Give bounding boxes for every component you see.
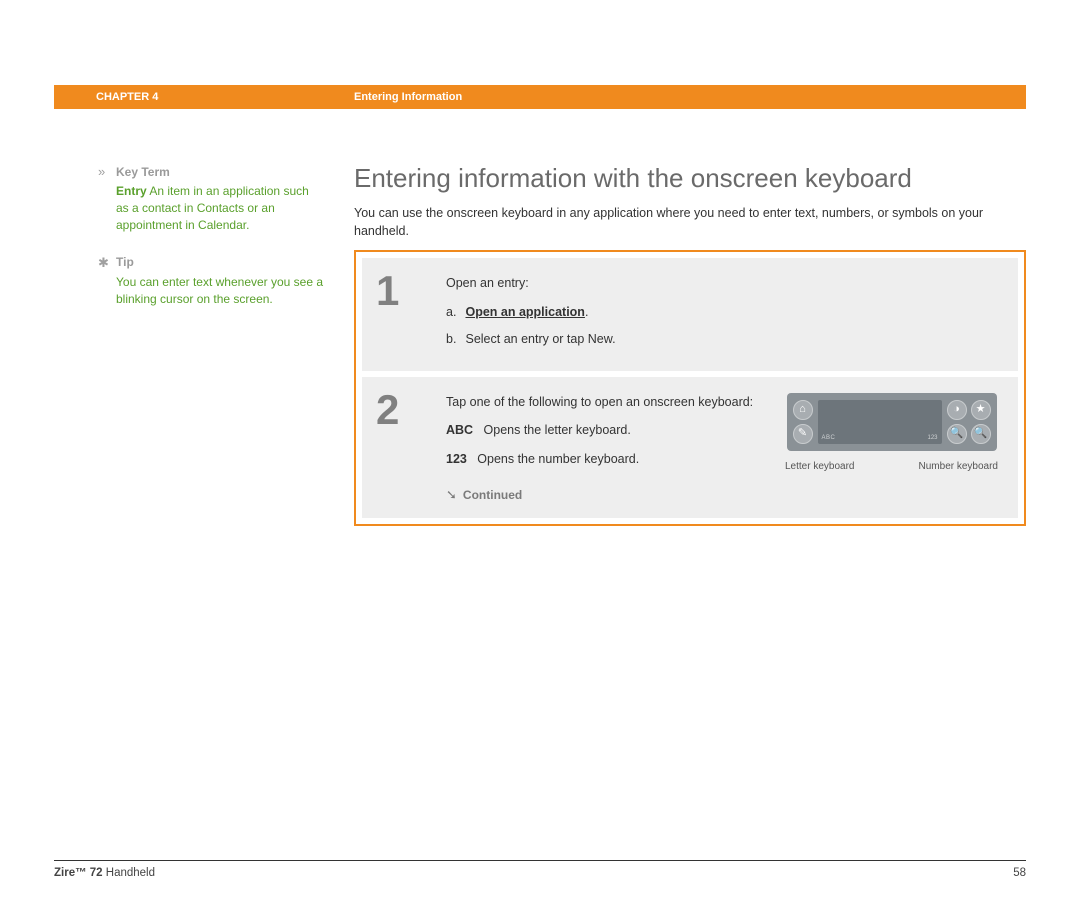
device-illustration: ⌂ ✎ ABC 123 ◑ 🔍 xyxy=(779,393,1004,479)
letter-kbd-caption: Letter keyboard xyxy=(785,459,855,474)
step-1: 1 Open an entry: a. Open an application.… xyxy=(362,258,1018,370)
step-1b: b. Select an entry or tap New. xyxy=(446,330,1004,349)
step-1b-text: Select an entry or tap New. xyxy=(465,332,615,346)
step-1a-label: a. xyxy=(446,303,462,322)
lead-paragraph: You can use the onscreen keyboard in any… xyxy=(354,204,1026,240)
device-screen: ABC 123 xyxy=(818,400,942,444)
keyterm-icon: » xyxy=(98,163,116,181)
keyterm-block: » Key Term Entry An item in an applicati… xyxy=(98,163,324,234)
tip-label: Tip xyxy=(116,254,134,271)
tip-block: ✱ Tip You can enter text whenever you se… xyxy=(98,254,324,308)
step-1-number: 1 xyxy=(376,270,446,356)
abc-label: ABC xyxy=(446,423,473,437)
magnify-icon: 🔍 xyxy=(971,424,991,444)
n123-desc: Opens the number keyboard. xyxy=(477,452,639,466)
page-title: Entering information with the onscreen k… xyxy=(354,163,1026,194)
tip-body: You can enter text whenever you see a bl… xyxy=(116,274,324,308)
n123-label: 123 xyxy=(446,452,467,466)
star-icon: ★ xyxy=(971,400,991,420)
step-1b-label: b. xyxy=(446,330,462,349)
screen-123: 123 xyxy=(927,434,937,443)
continued-icon: ➘ xyxy=(446,485,457,505)
step-2-number: 2 xyxy=(376,389,446,505)
page-footer: Zire™ 72 Handheld 58 xyxy=(54,860,1026,879)
chapter-header: CHAPTER 4 Entering Information xyxy=(54,85,1026,109)
step-2-intro: Tap one of the following to open an onsc… xyxy=(446,393,769,412)
continued-label: Continued xyxy=(463,486,522,504)
number-kbd-caption: Number keyboard xyxy=(919,459,998,474)
keyterm-label: Key Term xyxy=(116,164,170,181)
chapter-label: CHAPTER 4 xyxy=(96,91,354,103)
main-content: Entering information with the onscreen k… xyxy=(354,163,1026,526)
screen-abc: ABC xyxy=(822,434,836,443)
continued-row: ➘ Continued xyxy=(446,485,1004,505)
step-1-intro: Open an entry: xyxy=(446,274,1004,293)
product-name: Zire™ 72 Handheld xyxy=(54,867,155,879)
keyterm-body: Entry An item in an application such as … xyxy=(116,183,324,233)
search-icon: 🔍 xyxy=(947,424,967,444)
product-bold: Zire™ 72 xyxy=(54,867,103,879)
step-1a-link[interactable]: Open an application xyxy=(465,305,584,319)
step-2-123: 123 Opens the number keyboard. xyxy=(446,450,769,469)
sidebar: » Key Term Entry An item in an applicati… xyxy=(54,163,354,526)
step-2: 2 Tap one of the following to open an on… xyxy=(362,377,1018,519)
pen-icon: ✎ xyxy=(793,424,813,444)
steps-container: 1 Open an entry: a. Open an application.… xyxy=(354,250,1026,526)
tip-icon: ✱ xyxy=(98,254,116,272)
keyterm-term: Entry xyxy=(116,184,147,198)
home-icon: ⌂ xyxy=(793,400,813,420)
step-1a-period: . xyxy=(585,305,588,319)
section-title: Entering Information xyxy=(354,91,462,103)
step-2-abc: ABC Opens the letter keyboard. xyxy=(446,421,769,440)
page-number: 58 xyxy=(1013,867,1026,879)
abc-desc: Opens the letter keyboard. xyxy=(484,423,631,437)
step-1a: a. Open an application. xyxy=(446,303,1004,322)
product-rest: Handheld xyxy=(103,867,155,879)
clock-icon: ◑ xyxy=(947,400,967,420)
